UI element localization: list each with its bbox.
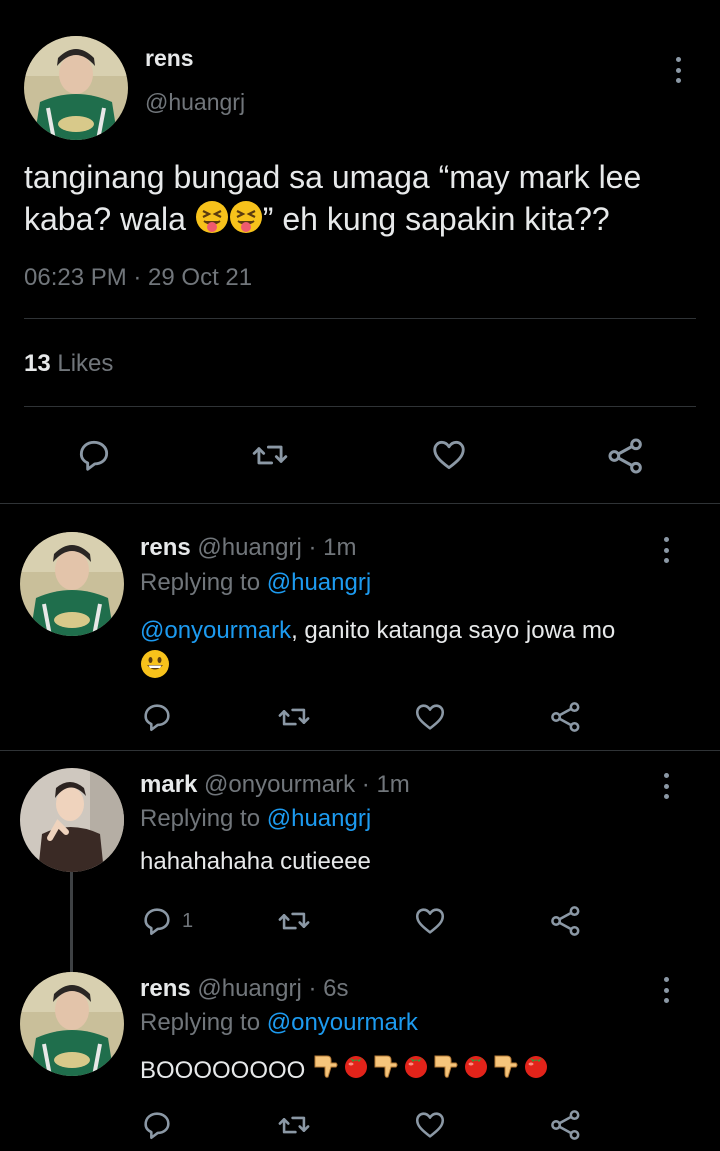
reply-icon[interactable] [140,1108,174,1142]
reply-icon[interactable] [75,436,113,474]
reply-action[interactable]: 1 [140,904,193,938]
retweet-icon[interactable] [276,700,312,734]
share-icon[interactable] [549,1107,583,1143]
reply-header: rens @huangrj · 1m [140,534,356,562]
thumbs-down-icon [431,1050,461,1091]
display-name[interactable]: rens [145,45,194,72]
replying-to: Replying to @onyourmark [140,1009,418,1037]
more-options-icon[interactable] [661,773,671,799]
reply-body: hahahahaha cutieeee [140,848,371,875]
replying-to: Replying to @huangrj [140,569,371,597]
divider [0,503,720,504]
like-icon[interactable] [429,436,469,474]
replying-to-link[interactable]: @huangrj [267,569,371,596]
likes-count: 13 [24,350,51,377]
reply-text: @onyourmark, ganito katanga sayo jowa mo [140,613,680,690]
handle[interactable]: @huangrj [197,975,301,1002]
replying-to: Replying to @huangrj [140,805,371,833]
handle[interactable]: @onyourmark [204,771,355,798]
reply-header: rens @huangrj · 6s [140,975,349,1003]
replying-to-link[interactable]: @onyourmark [267,1009,418,1036]
thumbs-down-icon [311,1050,341,1091]
thread-line [70,872,73,972]
tweet-text-part-1: kaba? wala [24,201,186,237]
more-options-icon[interactable] [673,57,683,83]
like-icon[interactable] [412,700,448,734]
likes-stat[interactable]: 13 Likes [24,350,113,378]
tweet-text-line-2: kaba? wala ” eh kung sapakin kita?? [24,198,704,244]
handle[interactable]: @huangrj [145,89,245,116]
reply-body: BOOOOOOOO [140,1056,306,1084]
like-icon[interactable] [412,904,448,938]
retweet-icon[interactable] [276,904,312,938]
tomato-icon [341,1050,371,1091]
reply-icon[interactable] [140,700,174,734]
retweet-icon[interactable] [276,1108,312,1142]
replying-to-label: Replying to [140,805,261,832]
display-name[interactable]: mark [140,771,197,798]
share-icon[interactable] [549,903,583,939]
display-name[interactable]: rens [140,975,191,1002]
mention-link[interactable]: @onyourmark [140,617,291,644]
replying-to-link[interactable]: @huangrj [267,805,371,832]
tweet-text-line-1: tanginang bungad sa umaga “may mark lee [24,159,642,195]
timestamp[interactable]: 06:23 PM · 29 Oct 21 [24,264,252,292]
reply-body: , ganito katanga sayo jowa mo [291,617,616,644]
divider [24,406,696,407]
share-icon[interactable] [606,436,646,476]
reply-text: BOOOOOOOO [140,1050,551,1091]
reply-count: 1 [182,909,194,932]
likes-label: Likes [57,350,114,377]
reply-time[interactable]: · 6s [308,975,348,1002]
tweet-text: tanginang bungad sa umaga “may mark lee … [24,156,704,244]
squinting-face-with-tongue-icon [229,200,263,244]
retweet-icon[interactable] [250,436,290,474]
reply-time[interactable]: · 1m [308,534,356,561]
like-icon[interactable] [412,1108,448,1142]
tweet-text-part-2: ” eh kung sapakin kita?? [262,201,610,237]
reply-icon [140,904,174,938]
grinning-face-icon [140,649,170,690]
replying-to-label: Replying to [140,569,261,596]
share-icon[interactable] [549,699,583,735]
thumbs-down-icon [491,1050,521,1091]
avatar[interactable] [24,36,128,140]
divider [24,318,696,319]
tomato-icon [461,1050,491,1091]
tomato-icon [401,1050,431,1091]
replying-to-label: Replying to [140,1009,261,1036]
divider [0,750,720,751]
reply-header: mark @onyourmark · 1m [140,771,410,799]
thumbs-down-icon [371,1050,401,1091]
avatar[interactable] [20,532,124,636]
handle[interactable]: @huangrj [197,534,301,561]
reply-time[interactable]: · 1m [362,771,410,798]
more-options-icon[interactable] [661,537,671,563]
more-options-icon[interactable] [661,977,671,1003]
squinting-face-with-tongue-icon [195,200,229,244]
avatar[interactable] [20,972,124,1076]
display-name[interactable]: rens [140,534,191,561]
avatar[interactable] [20,768,124,872]
tomato-icon [521,1050,551,1091]
